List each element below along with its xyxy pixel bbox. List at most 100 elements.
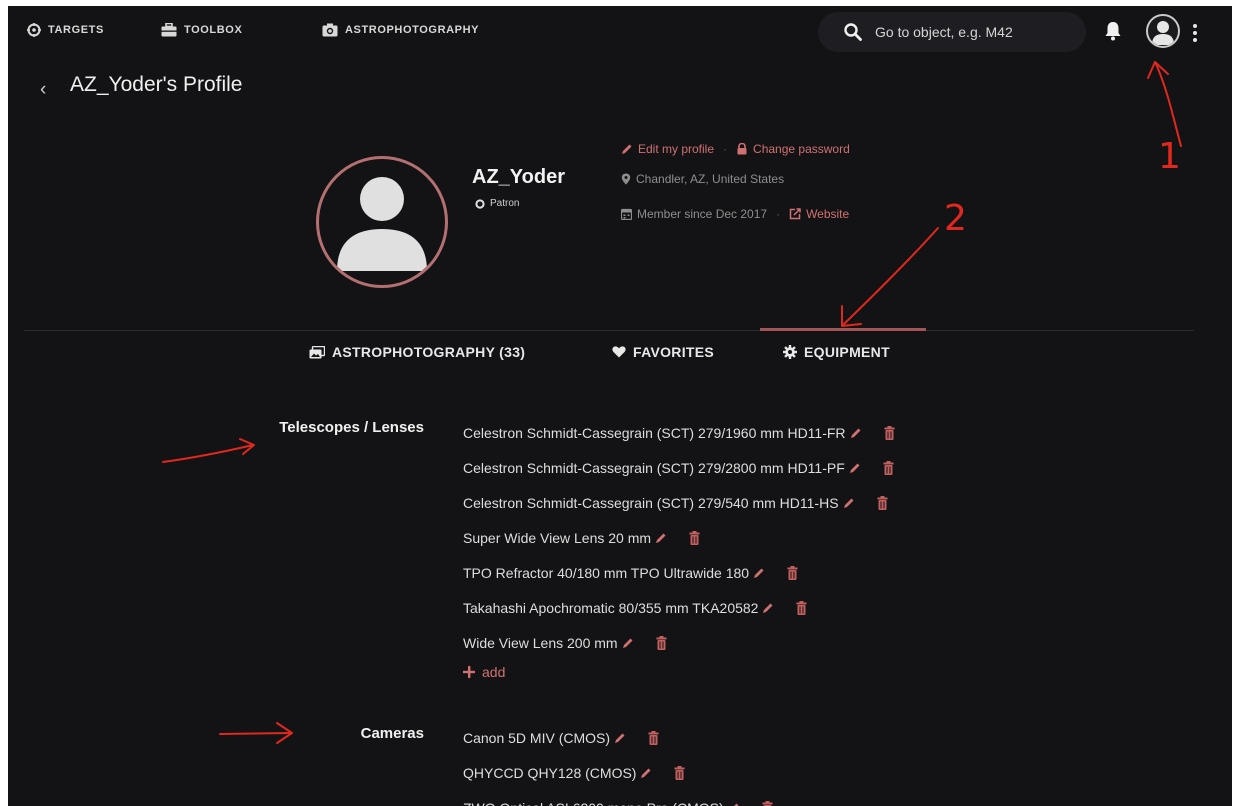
equipment-item: Super Wide View Lens 20 mm — [463, 520, 895, 555]
annotation-arrow-telescopes — [162, 444, 254, 463]
location-text: Chandler, AZ, United States — [636, 172, 785, 186]
website-link[interactable]: Website — [806, 207, 849, 221]
nav-astrophotography[interactable]: ASTROPHOTOGRAPHY — [322, 23, 479, 37]
add-equipment-button[interactable]: add — [463, 660, 895, 684]
edit-equipment-button[interactable] — [762, 602, 774, 614]
object-search[interactable] — [818, 12, 1086, 52]
user-avatar-icon — [1152, 21, 1174, 45]
telescopes-list: Celestron Schmidt-Cassegrain (SCT) 279/1… — [463, 415, 895, 684]
edit-pencil-icon — [641, 768, 651, 778]
equipment-item: Takahashi Apochromatic 80/355 mm TKA2058… — [463, 590, 895, 625]
edit-pencil-icon — [622, 638, 633, 648]
edit-pencil-icon — [615, 733, 625, 743]
equipment-item: QHYCCD QHY128 (CMOS) — [463, 755, 773, 790]
edit-equipment-button[interactable] — [753, 567, 765, 579]
delete-equipment-button[interactable] — [656, 635, 667, 650]
edit-pencil-icon — [656, 533, 666, 543]
nav-targets[interactable]: TARGETS — [27, 23, 104, 37]
camera-icon — [322, 23, 338, 37]
crosshair-icon — [27, 23, 41, 37]
tabs-divider — [24, 330, 1194, 331]
equipment-item: Wide View Lens 200 mm — [463, 625, 895, 660]
heart-icon — [612, 346, 626, 358]
bell-icon[interactable] — [1104, 21, 1122, 41]
delete-equipment-button[interactable] — [877, 495, 888, 510]
edit-pencil-icon — [849, 463, 860, 473]
tab-astrophotography-label: ASTROPHOTOGRAPHY (33) — [332, 344, 526, 360]
edit-equipment-button[interactable] — [640, 767, 652, 779]
delete-equipment-button[interactable] — [674, 765, 685, 780]
profile-location: Chandler, AZ, United States — [621, 172, 784, 186]
search-input[interactable] — [875, 24, 1065, 40]
plus-icon — [463, 666, 475, 678]
active-tab-indicator — [760, 328, 926, 331]
cameras-heading: Cameras — [360, 725, 424, 742]
trash-icon — [877, 495, 888, 510]
calendar-icon — [621, 208, 632, 220]
equipment-item: ZWO Optical ASI 6200 mono Pro (CMOS) — [463, 790, 773, 806]
tab-astrophotography[interactable]: ASTROPHOTOGRAPHY (33) — [309, 344, 525, 360]
tab-equipment-label: EQUIPMENT — [804, 344, 890, 360]
patron-badge: Patron — [475, 198, 519, 209]
edit-equipment-button[interactable] — [614, 732, 626, 744]
pencil-icon — [622, 144, 632, 154]
trash-icon — [796, 600, 807, 615]
user-silhouette-icon — [337, 177, 427, 271]
edit-pencil-icon — [850, 428, 861, 438]
toolbox-icon — [161, 23, 177, 37]
delete-equipment-button[interactable] — [883, 460, 894, 475]
edit-equipment-button[interactable] — [843, 497, 855, 509]
nav-astrophotography-label: ASTROPHOTOGRAPHY — [345, 24, 480, 36]
tab-equipment[interactable]: EQUIPMENT — [783, 344, 890, 360]
trash-icon — [656, 635, 667, 650]
gear-icon — [783, 345, 797, 359]
equipment-name: Canon 5D MIV (CMOS) — [463, 729, 611, 746]
search-icon — [844, 23, 862, 41]
profile-actions: Edit my profile · Change password — [621, 142, 850, 156]
patron-ring-icon — [475, 198, 485, 209]
profile-username: AZ_Yoder — [472, 166, 565, 188]
trash-icon — [884, 425, 895, 440]
top-nav: TARGETS TOOLBOX ASTROPHOTOGRAPHY — [8, 6, 1232, 58]
equipment-item: Canon 5D MIV (CMOS) — [463, 720, 773, 755]
edit-pencil-icon — [754, 568, 764, 578]
equipment-name: Wide View Lens 200 mm — [463, 634, 618, 651]
delete-equipment-button[interactable] — [648, 730, 659, 745]
edit-equipment-button[interactable] — [728, 802, 740, 806]
patron-label: Patron — [490, 198, 520, 209]
back-button[interactable]: ‹ — [40, 79, 46, 101]
edit-profile-link[interactable]: Edit my profile — [638, 142, 714, 156]
annotation-arrowhead-1 — [1147, 61, 1169, 79]
profile-membership: Member since Dec 2017 · Website — [621, 207, 849, 221]
nav-toolbox-label: TOOLBOX — [184, 24, 243, 36]
change-password-link[interactable]: Change password — [753, 142, 850, 156]
trash-icon — [674, 765, 685, 780]
equipment-item: Celestron Schmidt-Cassegrain (SCT) 279/1… — [463, 415, 895, 450]
trash-icon — [883, 460, 894, 475]
more-options-icon[interactable] — [1192, 23, 1198, 43]
tab-favorites[interactable]: FAVORITES — [612, 344, 714, 360]
edit-equipment-button[interactable] — [850, 427, 862, 439]
user-menu-avatar[interactable] — [1146, 14, 1180, 48]
delete-equipment-button[interactable] — [689, 530, 700, 545]
nav-toolbox[interactable]: TOOLBOX — [161, 23, 242, 37]
delete-equipment-button[interactable] — [796, 600, 807, 615]
equipment-item: TPO Refractor 40/180 mm TPO Ultrawide 18… — [463, 555, 895, 590]
annotation-mark-1: 1 — [1158, 136, 1181, 177]
trash-icon — [648, 730, 659, 745]
external-link-icon — [789, 208, 801, 220]
annotation-mark-2: 2 — [944, 198, 967, 239]
delete-equipment-button[interactable] — [884, 425, 895, 440]
delete-equipment-button[interactable] — [787, 565, 798, 580]
edit-equipment-button[interactable] — [655, 532, 667, 544]
equipment-name: Celestron Schmidt-Cassegrain (SCT) 279/5… — [463, 494, 839, 511]
app-frame: TARGETS TOOLBOX ASTROPHOTOGRAPHY Go to o… — [8, 6, 1232, 806]
equipment-name: Celestron Schmidt-Cassegrain (SCT) 279/2… — [463, 459, 845, 476]
edit-pencil-icon — [763, 603, 773, 613]
edit-equipment-button[interactable] — [849, 462, 861, 474]
edit-equipment-button[interactable] — [622, 637, 634, 649]
delete-equipment-button[interactable] — [762, 800, 773, 806]
add-label: add — [482, 664, 506, 680]
annotation-arrowhead-2 — [841, 305, 862, 327]
cameras-list: Canon 5D MIV (CMOS) QHYCCD QHY128 (CMOS) Z… — [463, 720, 773, 806]
